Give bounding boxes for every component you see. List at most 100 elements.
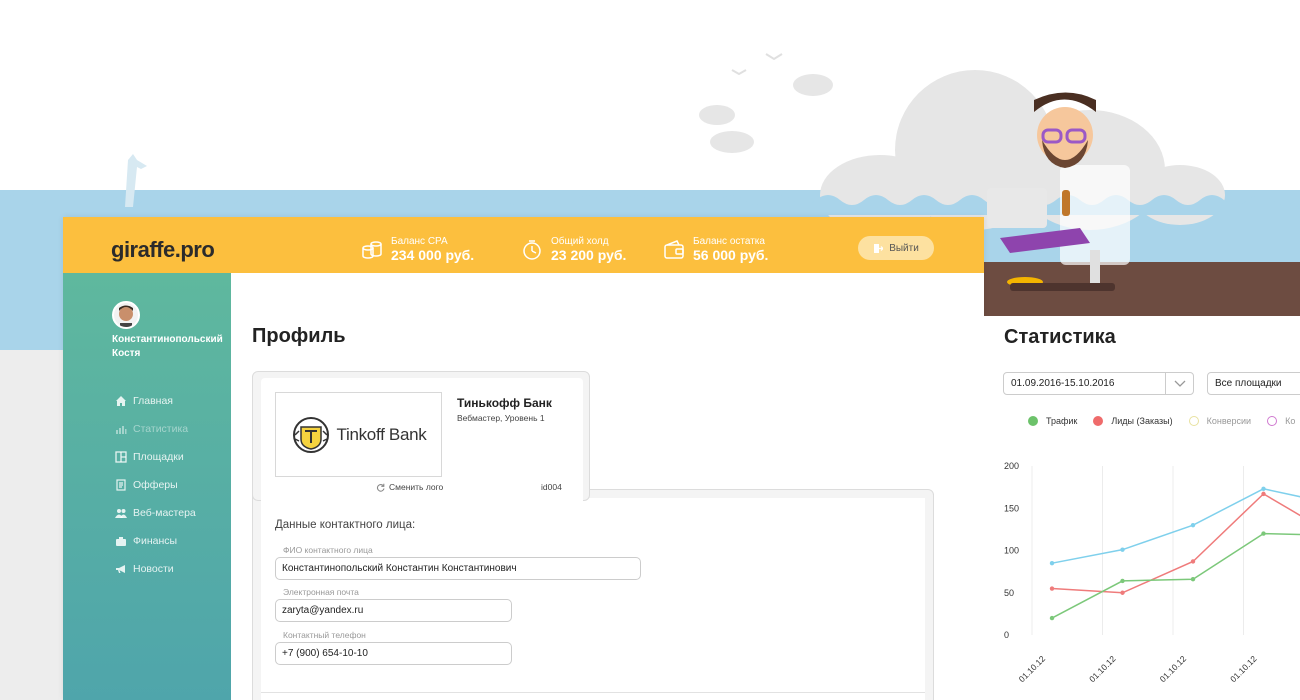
sidebar-item-sites[interactable]: Площадки [115,443,196,471]
page-title: Профиль [252,325,346,347]
date-range-select[interactable]: 01.09.2016-15.10.2016 [1003,372,1194,395]
sidebar-item-webmasters[interactable]: Веб-мастера [115,499,196,527]
profile-content: Профиль Данные контактного лица: ФИО кон… [231,273,984,700]
legend-item-leads[interactable]: Лиды (Заказы) [1093,416,1173,426]
contact-panel-inner: Данные контактного лица: ФИО контактного… [261,498,925,700]
logout-button[interactable]: Выйти [858,236,934,260]
logout-icon [874,243,884,253]
fio-field[interactable]: Константинопольский Константин Константи… [275,557,641,580]
stat-label: Баланс CPA [391,236,448,247]
phone-field[interactable]: +7 (900) 654-10-10 [275,642,512,665]
bank-name: Тинькофф Банк [457,396,552,410]
timer-icon [523,239,541,260]
change-logo-link[interactable]: Сменить лого [376,482,443,492]
wallet-icon [664,239,684,259]
sidebar-item-news[interactable]: Новости [115,555,196,583]
sites-icon [115,451,127,463]
sidebar-item-label: Главная [133,395,173,407]
sidebar-item-label: Площадки [133,451,184,463]
sidebar-item-home[interactable]: Главная [115,387,196,415]
y-tick-label: 150 [1004,503,1019,513]
data-point [1049,615,1055,621]
sidebar-item-label: Веб-мастера [133,507,196,519]
series-line [1051,492,1300,594]
email-label: Электронная почта [283,587,359,597]
users-icon [115,509,127,518]
data-point [1190,577,1196,582]
legend-dot [1093,416,1104,426]
series-line [1051,532,1300,619]
stat-label: Баланс остатка [693,236,765,247]
sidebar-item-statistics[interactable]: Статистика [115,415,196,443]
sidebar-item-offers[interactable]: Офферы [115,471,196,499]
offers-icon [116,479,126,491]
legend-label: Ко [1285,416,1296,426]
stat-value: 23 200 руб. [551,247,627,263]
statistics-chart: 0 50 100 150 200 01.10.12 01.10.12 01.10.12 01.1… [1004,461,1300,684]
avatar[interactable] [112,301,140,329]
y-tick-label: 200 [1004,461,1019,471]
app-logo[interactable]: giraffe.pro [111,237,215,263]
y-tick-label: 0 [1004,630,1009,640]
data-point [1261,531,1266,536]
stats-icon [116,426,127,434]
legend-dot [1028,416,1038,426]
data-point [1261,491,1266,497]
email-field[interactable]: zaryta@yandex.ru [275,599,512,622]
sidebar-item-label: Офферы [133,479,178,491]
profile-card: Данные контактного лица: ФИО контактного… [252,371,934,700]
y-tick-label: 100 [1004,546,1019,556]
stat-label: Общий холд [551,236,609,247]
data-point [1190,522,1196,528]
legend-label: Трафик [1046,416,1078,426]
refresh-icon [376,483,385,492]
divider [261,692,925,693]
x-tick-label: 01.10.12 [1017,653,1048,684]
legend-item-other[interactable]: Ко [1267,416,1295,426]
data-point [1049,586,1055,591]
x-tick-label: 01.10.12 [1087,653,1118,684]
user-avatar-icon [119,305,133,327]
megaphone-icon [116,565,125,573]
chart-legend: Трафик Лиды (Заказы) Конверсии Ко [1028,416,1300,426]
sidebar-item-label: Финансы [133,535,178,547]
data-point [1120,547,1125,552]
phone-label: Контактный телефон [283,630,366,640]
stat-balance-rest: Баланс остатка 56 000 руб. [663,236,768,263]
sidebar-item-finance[interactable]: Финансы [115,527,196,555]
bank-logo-text: Tinkoff Bank [336,424,427,444]
data-point [1120,578,1125,584]
legend-item-conversions[interactable]: Конверсии [1188,416,1251,426]
bank-logo-box: Tinkoff Bank [275,392,442,477]
legend-dot [1267,416,1278,426]
statistics-title: Статистика [1004,326,1116,348]
sidebar-item-label: Новости [133,563,174,575]
home-icon [116,396,126,406]
sidebar-nav: Главная Статистика Площадки Офферы Веб-м… [115,387,196,583]
data-point [1120,590,1125,595]
date-range-value: 01.09.2016-15.10.2016 [1011,378,1115,389]
stat-value: 56 000 руб. [693,247,769,263]
data-point [1190,559,1196,564]
x-tick-label: 01.10.12 [1228,653,1259,684]
tinkoff-emblem-icon [292,416,329,453]
finance-icon [116,537,126,546]
stat-balance-cpa: Баланс CPA 234 000 руб. [361,236,474,263]
series-line [1051,488,1300,564]
data-point [1049,560,1055,566]
account-id: id004 [541,482,562,492]
legend-label: Лиды (Заказы) [1111,416,1173,426]
data-point [1261,486,1266,492]
bank-card-inner: Tinkoff Bank Тинькофф Банк Вебмастер, Ур… [261,378,583,502]
site-filter-select[interactable]: Все площадки [1207,372,1300,395]
app-window: giraffe.pro Баланс CPA 234 000 руб. Общи… [63,217,984,700]
chevron-down-icon[interactable] [1165,373,1193,394]
y-tick-label: 50 [1004,588,1014,598]
x-tick-label: 01.10.12 [1158,653,1189,684]
statistics-panel: Статистика 01.09.2016-15.10.2016 Все пло… [984,316,1300,700]
legend-dot [1188,416,1199,426]
bank-role: Вебмастер, Уровень 1 [457,413,545,423]
sidebar: Константинопольский Костя Главная Статис… [63,273,231,700]
section-title: Данные контактного лица: [275,519,416,531]
legend-item-traffic[interactable]: Трафик [1028,416,1077,426]
